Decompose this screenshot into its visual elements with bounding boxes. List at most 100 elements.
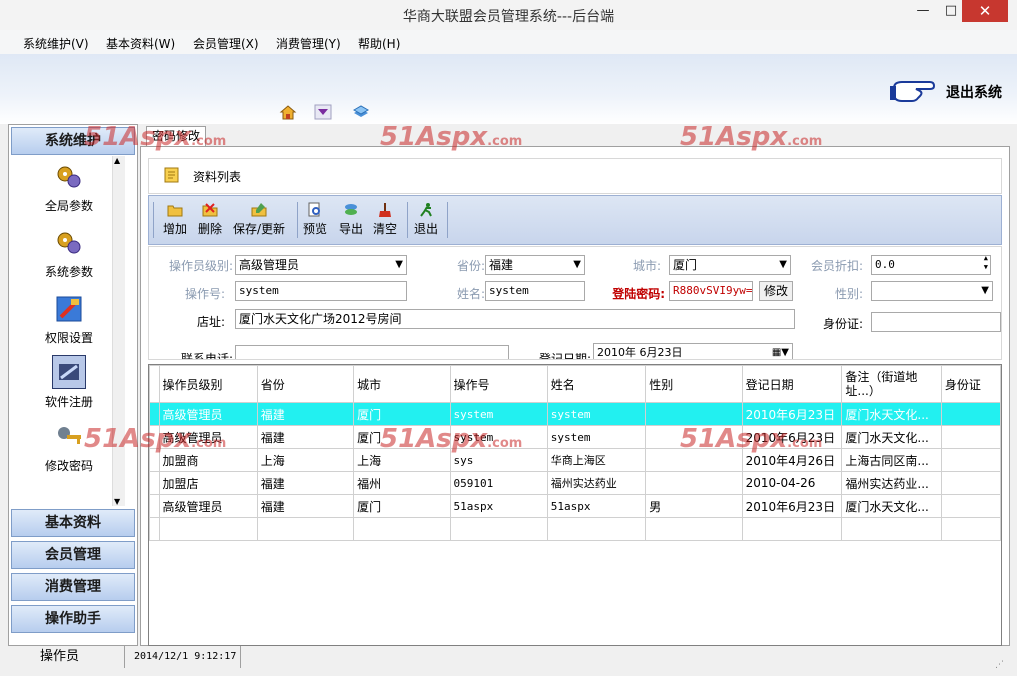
grid-cell[interactable]: 059101 — [449, 471, 548, 495]
column-header[interactable]: 操作号 — [449, 365, 548, 403]
grid-cell[interactable]: 福州 — [353, 471, 451, 495]
stack-icon[interactable] — [352, 104, 370, 120]
grid-cell[interactable]: sys — [449, 448, 548, 472]
table-row[interactable]: 高级管理员 福建 厦门 system system 2010年6月23日 厦门水天文化... — [149, 425, 1001, 449]
menu-member[interactable]: 会员管理(X) — [193, 35, 259, 52]
column-header[interactable]: 省份 — [256, 365, 355, 403]
calendar-dropdown-icon[interactable]: ▦▼ — [772, 344, 789, 359]
grid-cell[interactable] — [940, 471, 1001, 495]
menu-consume[interactable]: 消费管理(Y) — [276, 35, 341, 52]
password-input[interactable]: R880vSVI9yw= — [669, 281, 753, 301]
grid-cell[interactable]: 2010年6月23日 — [741, 402, 843, 426]
nav-item-global-params[interactable]: 全局参数 — [9, 161, 129, 214]
column-header[interactable]: 性别 — [645, 365, 743, 403]
save-update-button[interactable]: 保存/更新 — [233, 202, 285, 237]
grid-cell[interactable] — [741, 517, 843, 541]
nav-item-system-params[interactable]: 系统参数 — [9, 227, 129, 280]
table-row[interactable]: 加盟店 福建 福州 059101 福州实达药业 2010-04-26 福州实达药业... — [149, 471, 1001, 495]
exit-button[interactable]: 退出 — [414, 202, 438, 237]
grid-cell[interactable]: 福建 — [256, 402, 355, 426]
row-header[interactable] — [149, 425, 160, 449]
home-icon[interactable] — [279, 104, 297, 120]
row-header[interactable] — [149, 471, 160, 495]
grid-cell[interactable]: 加盟商 — [158, 448, 258, 472]
resize-grip-icon[interactable]: ⋰ — [995, 654, 1004, 676]
grid-cell[interactable]: 高级管理员 — [158, 402, 258, 426]
column-header[interactable]: 身份证 — [940, 365, 1001, 403]
grid-cell[interactable]: 高级管理员 — [158, 425, 258, 449]
grid-cell[interactable]: 2010年4月26日 — [741, 448, 843, 472]
level-select[interactable]: 高级管理员 ▼ — [235, 255, 407, 275]
grid-cell[interactable]: 福建 — [256, 471, 355, 495]
column-header[interactable]: 登记日期 — [741, 365, 843, 403]
grid-cell[interactable] — [940, 494, 1001, 518]
grid-cell[interactable]: 福建 — [256, 425, 355, 449]
grid-cell[interactable]: 51aspx — [449, 494, 548, 518]
grid-cell[interactable]: 上海 — [256, 448, 355, 472]
grid-cell[interactable]: 上海古同区南... — [841, 448, 942, 472]
grid-cell[interactable]: 2010年6月23日 — [741, 425, 843, 449]
export-button[interactable]: 导出 — [339, 202, 363, 237]
column-header[interactable]: 城市 — [353, 365, 451, 403]
idcard-input[interactable] — [871, 312, 1001, 332]
modify-password-button[interactable]: 修改 — [759, 281, 793, 301]
scroll-down-icon[interactable]: ▼ — [114, 497, 120, 506]
grid-cell[interactable] — [940, 448, 1001, 472]
table-row[interactable]: 高级管理员 福建 厦门 51aspx 51aspx 男 2010年6月23日 厦门水天文化..… — [149, 494, 1001, 518]
grid-cell[interactable]: 2010-04-26 — [741, 471, 843, 495]
grid-cell[interactable]: system — [546, 402, 647, 426]
grid-cell[interactable]: 2010年6月23日 — [741, 494, 843, 518]
grid-cell[interactable] — [645, 402, 743, 426]
grid-cell[interactable] — [645, 448, 743, 472]
grid-cell[interactable]: 福州实达药业... — [841, 471, 942, 495]
row-header[interactable] — [149, 402, 160, 426]
phone-input[interactable] — [235, 345, 509, 359]
preview-button[interactable]: 预览 — [303, 202, 327, 237]
nav-item-software-register[interactable]: 软件注册 — [9, 355, 129, 410]
grid-cell[interactable] — [353, 517, 451, 541]
nav-section-assistant[interactable]: 操作助手 — [11, 605, 135, 633]
grid-cell[interactable] — [645, 517, 743, 541]
grid-cell[interactable] — [158, 517, 258, 541]
column-header[interactable]: 操作员级别 — [158, 365, 258, 403]
nav-item-change-password[interactable]: 修改密码 — [9, 421, 129, 474]
grid-cell[interactable] — [546, 517, 647, 541]
row-header[interactable] — [149, 494, 160, 518]
delete-button[interactable]: 删除 — [198, 202, 222, 237]
city-select[interactable]: 厦门 ▼ — [669, 255, 791, 275]
menu-basic[interactable]: 基本资料(W) — [106, 35, 175, 52]
grid-cell[interactable]: 高级管理员 — [158, 494, 258, 518]
dropdown-arrow-icon[interactable] — [314, 104, 332, 120]
grid-cell[interactable]: 华商上海区 — [546, 448, 647, 472]
grid-cell[interactable] — [256, 517, 355, 541]
clear-button[interactable]: 清空 — [373, 202, 397, 237]
gender-select[interactable]: ▼ — [871, 281, 993, 301]
minimize-button[interactable]: — — [908, 0, 938, 22]
regdate-picker[interactable]: 2010年 6月23日 ▦▼ — [593, 343, 793, 359]
discount-stepper[interactable]: 0.0 ▲ ▼ — [871, 255, 991, 275]
tab-password-change[interactable]: 密码修改 — [146, 126, 206, 147]
grid-cell[interactable] — [940, 425, 1001, 449]
table-row[interactable] — [149, 517, 1001, 541]
grid-cell[interactable]: system — [449, 402, 548, 426]
grid-cell[interactable]: 福建 — [256, 494, 355, 518]
grid-cell[interactable]: system — [449, 425, 548, 449]
grid-cell[interactable]: 男 — [645, 494, 743, 518]
province-select[interactable]: 福建 ▼ — [485, 255, 585, 275]
nav-section-system[interactable]: 系统维护 — [11, 127, 135, 155]
menu-help[interactable]: 帮助(H) — [358, 35, 400, 52]
address-input[interactable]: 厦门水天文化广场2012号房间 — [235, 309, 795, 329]
grid-cell[interactable] — [449, 517, 548, 541]
nav-scrollbar[interactable]: ▲ ▼ — [112, 156, 125, 506]
grid-cell[interactable]: 上海 — [353, 448, 451, 472]
grid-cell[interactable]: 51aspx — [546, 494, 647, 518]
grid-cell[interactable] — [645, 425, 743, 449]
grid-cell[interactable]: 厦门 — [353, 494, 451, 518]
column-header[interactable]: 备注（街道地址...） — [841, 365, 942, 403]
column-header[interactable]: 姓名 — [546, 365, 647, 403]
nav-section-consume[interactable]: 消费管理 — [11, 573, 135, 601]
grid-cell[interactable] — [645, 471, 743, 495]
nav-section-basic[interactable]: 基本资料 — [11, 509, 135, 537]
grid-cell[interactable]: 福州实达药业 — [546, 471, 647, 495]
exit-system-button[interactable]: 退出系统 — [890, 76, 1010, 106]
